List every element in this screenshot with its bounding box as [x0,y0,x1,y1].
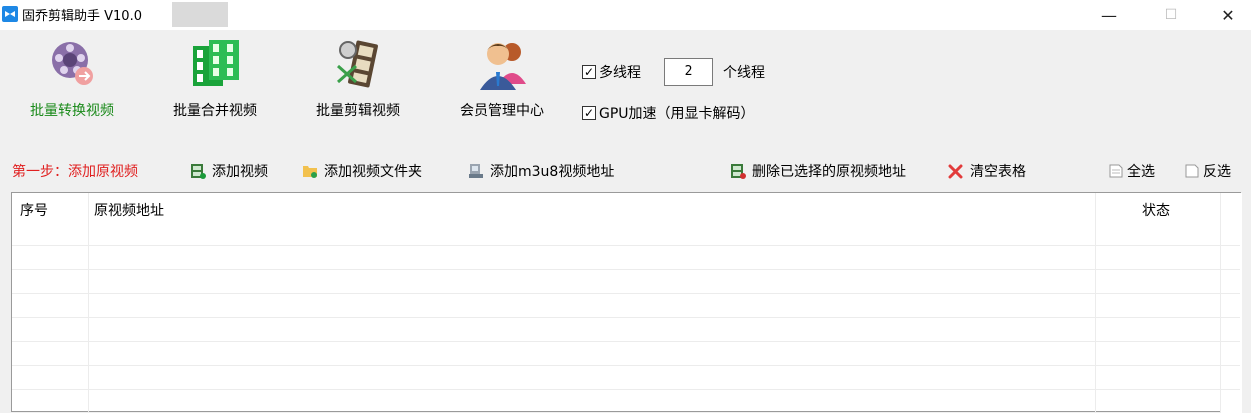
select-all-button[interactable]: 全选 [1108,158,1155,184]
multithread-checkbox[interactable]: ✓ [582,65,596,79]
add-video-label: 添加视频 [212,164,268,180]
action-bar: 第一步：添加原视频 添加视频 添加视频文件夹 添加m3u8视频地址 删除已选择的… [0,158,1251,184]
column-header-status[interactable]: 状态 [1142,200,1170,220]
add-video-button[interactable]: 添加视频 [190,158,268,184]
row-divider [12,293,1240,294]
close-button[interactable]: ✕ [1205,0,1251,30]
row-divider [12,317,1240,318]
maximize-button[interactable]: ☐ [1148,0,1194,30]
multithread-label: 多线程 [599,65,641,81]
row-divider [12,341,1240,342]
film-cut-icon [337,40,378,88]
toolbar-label: 会员管理中心 [460,103,544,119]
redacted-region [172,2,228,27]
multithread-option[interactable]: ✓ 多线程 [582,62,641,82]
batch-merge-button[interactable]: 批量合并视频 [165,36,265,136]
column-divider [1095,193,1096,413]
window-title: 固乔剪辑助手 V10.0 [22,9,142,24]
invert-select-label: 反选 [1203,164,1231,180]
batch-convert-button[interactable]: 批量转换视频 [22,36,122,136]
gpu-checkbox[interactable]: ✓ [582,106,596,120]
column-divider [88,193,89,413]
add-folder-button[interactable]: 添加视频文件夹 [302,158,422,184]
select-all-label: 全选 [1127,164,1155,180]
m3u8-link-icon [469,164,483,178]
clear-x-icon [948,164,963,179]
row-divider [12,245,1240,246]
row-divider [12,389,1240,390]
video-table[interactable]: 序号 原视频地址 状态 [11,192,1242,413]
toolbar-label: 批量转换视频 [30,103,114,119]
delete-selected-label: 删除已选择的原视频地址 [752,164,906,180]
add-m3u8-label: 添加m3u8视频地址 [490,164,615,180]
user-icon [480,43,526,90]
row-divider [12,365,1240,366]
film-merge-icon [193,40,239,86]
column-header-index[interactable]: 序号 [20,200,48,220]
table-right-margin [1220,193,1242,413]
row-divider [12,269,1240,270]
minimize-button[interactable]: — [1086,0,1132,30]
add-m3u8-button[interactable]: 添加m3u8视频地址 [468,158,614,184]
add-video-icon [191,164,206,179]
gpu-option[interactable]: ✓ GPU加速（用显卡解码） [582,103,755,123]
column-header-source-url[interactable]: 原视频地址 [94,200,164,220]
film-reel-icon [52,42,93,85]
delete-selected-button[interactable]: 删除已选择的原视频地址 [730,158,906,184]
thread-count-input[interactable]: 2 [664,58,713,86]
delete-video-icon [731,164,746,179]
add-folder-label: 添加视频文件夹 [324,164,422,180]
blank-page-icon [1185,164,1199,178]
thread-unit-label: 个线程 [723,65,765,81]
clear-table-label: 清空表格 [970,164,1026,180]
table-header: 序号 原视频地址 状态 [12,193,1240,225]
invert-select-button[interactable]: 反选 [1184,158,1231,184]
page-icon [1109,164,1123,178]
toolbar-label: 批量合并视频 [173,103,257,119]
member-center-button[interactable]: 会员管理中心 [452,36,552,136]
title-bar: 固乔剪辑助手 V10.0 — ☐ ✕ [0,0,1251,30]
clear-table-button[interactable]: 清空表格 [948,158,1026,184]
app-logo-icon [2,6,18,22]
gpu-label: GPU加速（用显卡解码） [599,106,755,122]
folder-add-icon [303,166,317,178]
step-one-label: 第一步：添加原视频 [12,164,138,180]
toolbar-label: 批量剪辑视频 [316,103,400,119]
batch-edit-button[interactable]: 批量剪辑视频 [308,36,408,136]
